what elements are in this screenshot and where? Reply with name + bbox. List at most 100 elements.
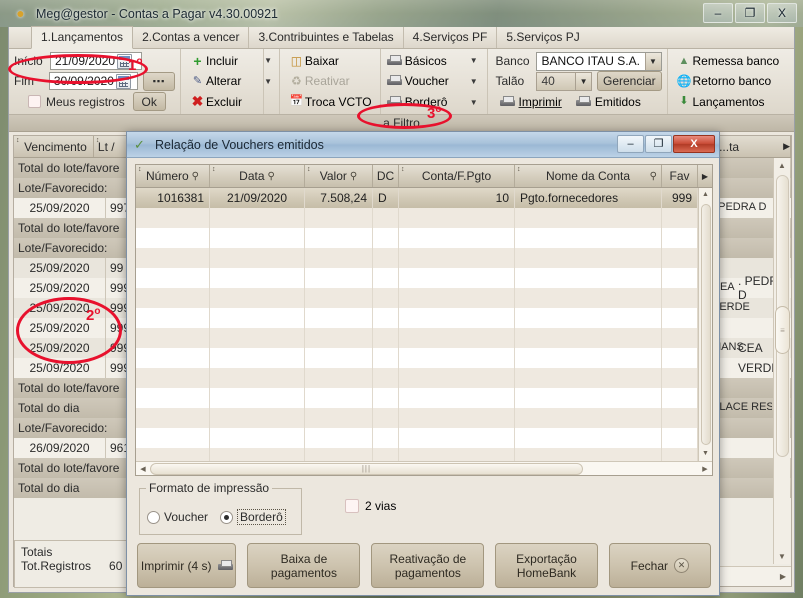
tab-servicos-pf[interactable]: 4.Serviços PF [404, 27, 498, 48]
voucher-row-empty[interactable] [136, 348, 698, 368]
vcolumn-conta[interactable]: ↕ Conta/F.Pgto [399, 165, 515, 187]
bg-grid-vscrollbar[interactable]: ▲ ≡ ▼ [773, 158, 790, 564]
more-options-button[interactable]: ▪▪▪ [143, 72, 175, 91]
voucher-row-empty[interactable] [136, 228, 698, 248]
exportacao-homebank-button[interactable]: Exportação HomeBank [495, 543, 597, 588]
vouchers-hscrollbar[interactable]: ◀ ||| ▶ [136, 461, 712, 475]
voucher-row-empty[interactable] [136, 208, 698, 228]
vcolumn-valor[interactable]: ↕ Valor ⚲ [305, 165, 373, 187]
ok-button[interactable]: Ok [133, 92, 166, 111]
tab-lancamentos[interactable]: 1.Lançamentos [31, 26, 133, 49]
vcolumn-data[interactable]: ↕ Data ⚲ [210, 165, 305, 187]
tab-contas-a-vencer[interactable]: 2.Contas a vencer [133, 27, 249, 48]
scroll-right-arrow-icon[interactable]: ▶ [698, 465, 712, 473]
incluir-dropdown[interactable]: ▼ [264, 50, 279, 71]
vcolumn-numero[interactable]: ↕ Número ⚲ [136, 165, 210, 187]
alterar-row[interactable]: ✎ Alterar [189, 71, 258, 91]
basicos-dropdown[interactable]: ▼ [470, 50, 487, 71]
radio-voucher[interactable] [147, 511, 160, 524]
vouchers-hscroll-track[interactable]: ||| [150, 463, 698, 475]
gerenciar-button[interactable]: Gerenciar [597, 71, 661, 91]
bordero-label: Borderô [405, 95, 448, 109]
inicio-date-input[interactable]: 21/09/2020 [50, 52, 142, 70]
voucher-row-empty[interactable] [136, 448, 698, 461]
incluir-row[interactable]: + Incluir [189, 51, 258, 71]
search-icon[interactable]: ⚲ [650, 171, 657, 182]
voucher-row-empty[interactable] [136, 328, 698, 348]
alterar-dropdown[interactable]: ▼ [264, 71, 279, 92]
scroll-up-arrow-icon[interactable]: ▲ [774, 158, 790, 173]
search-icon[interactable]: ⚲ [268, 171, 275, 182]
calendar-icon[interactable] [117, 54, 132, 69]
radio-voucher-label[interactable]: Voucher [164, 510, 208, 524]
vouchers-hscroll-thumb[interactable]: ||| [150, 463, 583, 475]
column-header-lt[interactable]: ↕ Lt / [94, 136, 129, 157]
bg-grid-cell-vencimento: 25/09/2020 [14, 198, 106, 218]
voucher-row[interactable]: 101638121/09/20207.508,24D10Pgto.fornece… [136, 188, 698, 208]
column-scroll-right-icon[interactable]: ▶ [783, 141, 790, 152]
column-header-vencimento[interactable]: ↕ Vencimento [14, 136, 94, 157]
dialog-minimize-button[interactable]: – [617, 135, 644, 153]
vias-checkbox[interactable] [345, 499, 359, 513]
dialog-close-button[interactable]: X [673, 135, 715, 153]
bordero-dropdown[interactable]: ▼ [470, 92, 487, 113]
scroll-up-arrow-icon[interactable]: ▲ [699, 188, 712, 202]
dialog-title: Relação de Vouchers emitidos [155, 138, 324, 152]
vcolumn-dc[interactable]: DC [373, 165, 399, 187]
banco-combo[interactable]: BANCO ITAU S.A. ▼ [536, 52, 661, 71]
meus-registros-checkbox[interactable] [28, 95, 41, 108]
imprimir-button[interactable]: Imprimir (4 s) [137, 543, 236, 588]
voucher-row-empty[interactable] [136, 408, 698, 428]
retorno-banco-row[interactable]: 🌐 Retorno banco [676, 71, 790, 91]
emitidos-button[interactable]: Emitidos [595, 95, 641, 109]
imprimir-button[interactable]: Imprimir [519, 95, 562, 109]
reativar-row[interactable]: ♻ Reativar [288, 71, 375, 91]
voucher-row-empty[interactable] [136, 308, 698, 328]
voucher-dropdown[interactable]: ▼ [470, 71, 487, 92]
filtro-bar[interactable]: a.Filtro [9, 115, 794, 132]
reativacao-pagamentos-button[interactable]: Reativação de pagamentos [371, 543, 484, 588]
voucher-row-empty[interactable] [136, 248, 698, 268]
scroll-right-arrow-icon[interactable]: ▶ [775, 572, 791, 581]
minimize-button[interactable]: – [703, 3, 733, 23]
chevron-down-icon[interactable]: ▼ [645, 53, 661, 70]
bordero-row[interactable]: Borderô [387, 92, 465, 112]
vcolumn-nome[interactable]: ↕ Nome da Conta ⚲ [515, 165, 662, 187]
voucher-row-empty[interactable] [136, 368, 698, 388]
voucher-row-empty[interactable] [136, 268, 698, 288]
voucher-row-empty[interactable] [136, 388, 698, 408]
vcolumn-fav[interactable]: Fav [662, 165, 698, 187]
remessa-banco-row[interactable]: ▲ Remessa banco [676, 51, 790, 71]
voucher-row-empty[interactable] [136, 428, 698, 448]
fim-date-input[interactable]: 30/09/2020 [49, 72, 138, 90]
bg-grid-scroll-thumb[interactable]: ≡ [775, 306, 790, 354]
voucher-row[interactable]: Voucher [387, 71, 465, 91]
vcolumn-more[interactable]: ▶ [698, 165, 712, 187]
chevron-down-icon[interactable]: ▼ [575, 73, 591, 90]
vouchers-vscrollbar[interactable]: ▲ ▼ [698, 188, 712, 461]
search-icon[interactable]: ⚲ [350, 171, 357, 182]
troca-vcto-row[interactable]: 📅 Troca VCTO [288, 92, 375, 112]
voucher-row-empty[interactable] [136, 288, 698, 308]
radio-bordero[interactable] [220, 511, 233, 524]
scroll-down-arrow-icon[interactable]: ▼ [774, 549, 790, 564]
radio-bordero-label[interactable]: Borderô [237, 509, 286, 525]
scroll-down-arrow-icon[interactable]: ▼ [699, 447, 712, 461]
baixa-pagamentos-button[interactable]: Baixa de pagamentos [247, 543, 360, 588]
fechar-button[interactable]: Fechar ✕ [609, 543, 711, 588]
search-icon[interactable]: ⚲ [192, 171, 199, 182]
close-button[interactable]: X [767, 3, 797, 23]
lancamentos-row[interactable]: ⬇ Lançamentos [676, 92, 790, 112]
tab-contribuintes-e-tabelas[interactable]: 3.Contribuintes e Tabelas [249, 27, 403, 48]
baixar-row[interactable]: ◫ Baixar [288, 51, 375, 71]
dialog-maximize-button[interactable]: ❐ [645, 135, 672, 153]
excluir-row[interactable]: ✖ Excluir [189, 92, 258, 112]
basicos-row[interactable]: Básicos [387, 51, 465, 71]
talao-combo[interactable]: 40 ▼ [536, 72, 592, 91]
calendar-icon[interactable] [116, 74, 131, 89]
tab-servicos-pj[interactable]: 5.Serviços PJ [497, 27, 588, 48]
scroll-left-arrow-icon[interactable]: ◀ [136, 465, 150, 473]
vouchers-grid[interactable]: ↕ Número ⚲ ↕ Data ⚲ ↕ Valor ⚲ [135, 164, 713, 476]
maximize-button[interactable]: ❐ [735, 3, 765, 23]
vouchers-vscroll-thumb[interactable] [701, 204, 711, 445]
